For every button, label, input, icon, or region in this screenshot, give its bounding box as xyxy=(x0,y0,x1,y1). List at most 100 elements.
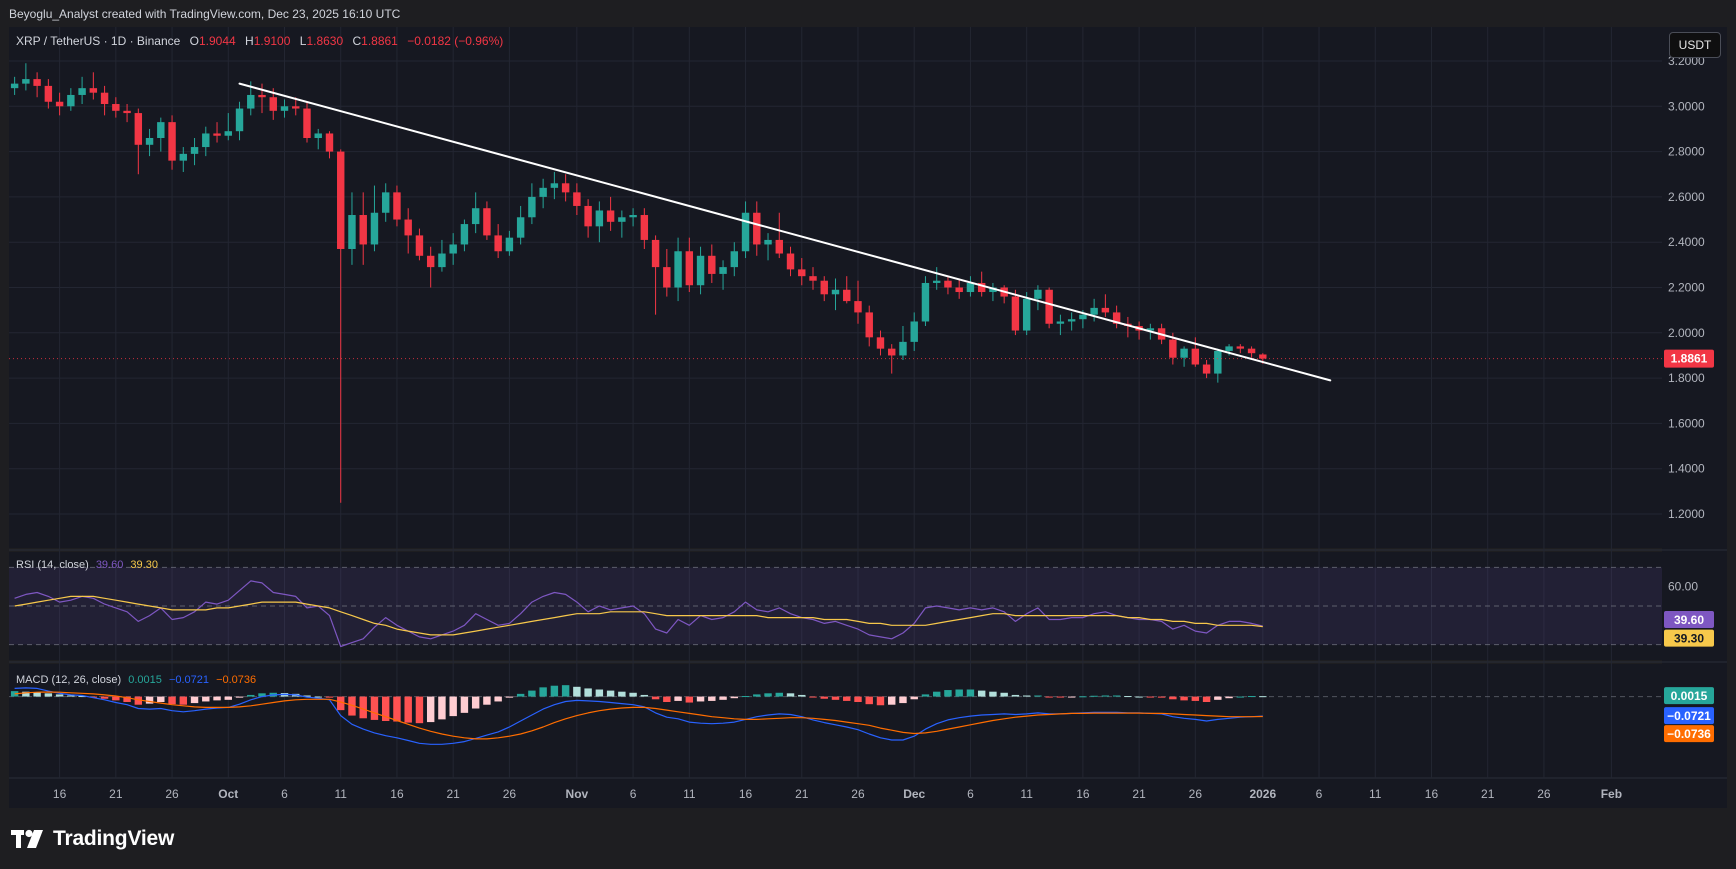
candle-body xyxy=(640,215,649,240)
rsi-pane[interactable] xyxy=(9,566,1662,648)
candle-body xyxy=(651,239,660,268)
macd-histogram-bar xyxy=(393,696,401,722)
macd-histogram-bar xyxy=(674,696,682,701)
macd-histogram-bar xyxy=(1180,696,1188,701)
macd-histogram-bar xyxy=(1214,696,1222,700)
macd-histogram-bar xyxy=(820,696,828,699)
macd-histogram-bar xyxy=(730,696,739,699)
candle-body xyxy=(539,187,547,197)
signal-value-label: −0.0736 xyxy=(1667,727,1711,741)
candle-body xyxy=(235,108,244,132)
time-axis-label: 16 xyxy=(53,787,67,801)
time-axis-label: 6 xyxy=(967,787,974,801)
candle-body xyxy=(1090,307,1098,315)
time-axis-label: 16 xyxy=(1425,787,1439,801)
time-axis-label: 21 xyxy=(1481,787,1495,801)
macd-histogram-bar xyxy=(618,691,626,697)
macd-histogram-bar xyxy=(663,696,671,702)
candle-body xyxy=(190,147,199,154)
macd-histogram-bar xyxy=(1236,696,1245,698)
macd-histogram-bar xyxy=(708,696,716,701)
candle-body xyxy=(798,269,806,277)
candle-body xyxy=(100,92,109,105)
candle-body xyxy=(1214,350,1222,374)
price-axis-label: 1.6000 xyxy=(1668,416,1705,430)
tradingview-logo[interactable]: TradingView xyxy=(11,827,174,851)
candle-body xyxy=(494,235,502,252)
time-axis-label: 6 xyxy=(630,787,637,801)
signal-legend-value: −0.0736 xyxy=(216,674,256,686)
macd-histogram-bar xyxy=(1146,696,1155,698)
rsi-ma-value-label: 39.30 xyxy=(1674,632,1704,646)
macd-histogram-bar xyxy=(190,696,199,704)
time-axis-label: 11 xyxy=(683,787,696,801)
macd-histogram-bar xyxy=(426,696,435,723)
macd-histogram-bar xyxy=(247,694,255,697)
macd-histogram-bar xyxy=(1124,696,1132,698)
rsi-legend-value: 39.60 xyxy=(96,559,124,571)
candle-body xyxy=(753,212,761,245)
candle-body xyxy=(449,244,457,254)
candle-body xyxy=(67,94,75,107)
macd-histogram-bar xyxy=(741,696,750,698)
macd-histogram-bar xyxy=(966,689,975,697)
macd-histogram-bar xyxy=(876,696,885,706)
rsi-value-label: 39.60 xyxy=(1674,613,1704,627)
macd-histogram-bar xyxy=(494,696,502,702)
legend-change: −0.0182 (−0.96%) xyxy=(407,34,503,48)
candle-body xyxy=(809,276,817,281)
candle-body xyxy=(876,337,885,349)
time-axis-label: Feb xyxy=(1601,787,1622,801)
price-axis-label: 1.2000 xyxy=(1668,507,1705,521)
macd-histogram-bar xyxy=(112,696,120,701)
time-axis-label: 16 xyxy=(1076,787,1090,801)
macd-histogram-bar xyxy=(235,696,244,698)
candle-body xyxy=(854,301,862,313)
candle-body xyxy=(483,208,491,236)
candle-body xyxy=(910,321,918,342)
macd-histogram-bar xyxy=(606,690,615,697)
macd-histogram-bar xyxy=(1034,695,1042,697)
candle-body xyxy=(438,253,446,268)
time-axis-label: 26 xyxy=(1537,787,1551,801)
candle-body xyxy=(899,341,907,356)
legend-close: 1.8861 xyxy=(361,34,398,48)
time-axis-label: 21 xyxy=(795,787,809,801)
candle-body xyxy=(921,282,930,322)
price-axis-label: 2.2000 xyxy=(1668,281,1705,295)
macd-histogram-bar xyxy=(865,696,873,705)
macd-histogram-bar xyxy=(595,689,604,697)
candle-body xyxy=(843,289,851,302)
candle-body xyxy=(786,253,795,270)
macd-histogram-bar xyxy=(1022,695,1031,697)
candle-body xyxy=(696,255,705,286)
rsi-legend: RSI (14, close) 39.60 39.30 xyxy=(16,559,158,571)
candle-body xyxy=(708,255,716,274)
candle-body xyxy=(573,192,581,206)
macd-histogram-bar xyxy=(213,696,221,701)
candle-body xyxy=(1101,307,1110,313)
macd-hist-legend-value: 0.0015 xyxy=(128,674,162,686)
currency-button[interactable]: USDT xyxy=(1669,32,1721,58)
chart-canvas[interactable]: 16 21 26 Oct 6 11 16 21 26 Nov 6 11 16 21 26 Dec 6 11 16 21… xyxy=(0,0,1736,869)
time-axis-label: 26 xyxy=(1189,787,1203,801)
macd-histogram-bar xyxy=(438,696,446,720)
macd-histogram-bar xyxy=(157,696,165,702)
candle-body xyxy=(719,267,727,274)
candle-body xyxy=(337,151,345,249)
candle-body xyxy=(1236,346,1245,349)
macd-histogram-bar xyxy=(1079,696,1087,698)
candle-body xyxy=(606,210,615,222)
macd-value-label: −0.0721 xyxy=(1667,709,1711,723)
candle-body xyxy=(292,106,300,109)
macd-histogram-bar xyxy=(640,694,649,697)
macd-histogram-bar xyxy=(100,696,109,699)
macd-histogram-bar xyxy=(359,696,367,719)
macd-legend-label: MACD (12, 26, close) xyxy=(16,674,121,686)
macd-histogram-bar xyxy=(573,686,581,697)
macd-histogram-bar xyxy=(910,696,918,700)
legend-symbol: XRP / TetherUS · 1D · Binance xyxy=(16,34,181,48)
macd-histogram-bar xyxy=(224,696,232,700)
candle-body xyxy=(55,101,64,107)
macd-histogram-bar xyxy=(753,694,761,697)
